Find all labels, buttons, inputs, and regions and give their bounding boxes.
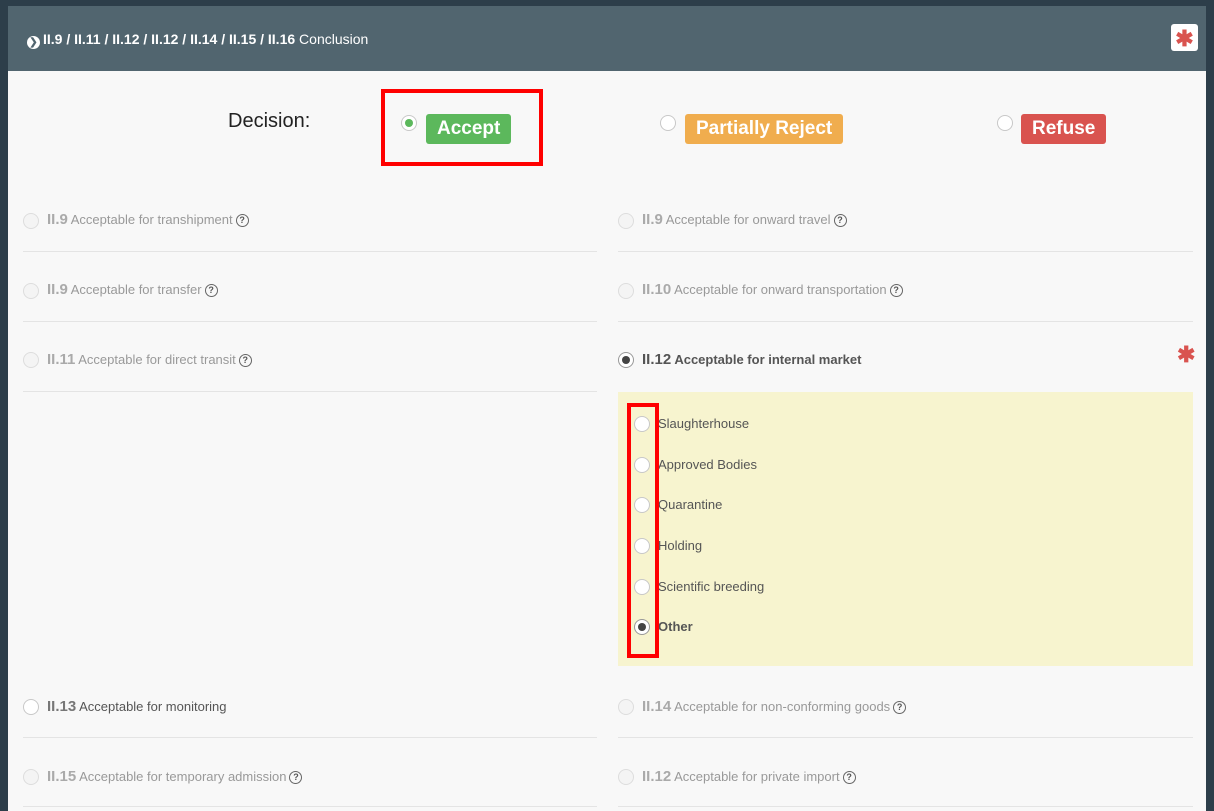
option-code: II.13 — [47, 698, 77, 715]
partially-reject-radio[interactable] — [660, 115, 676, 131]
divider — [23, 391, 597, 392]
help-icon[interactable]: ? — [889, 284, 903, 297]
option-temporary-admission[interactable]: II.15 Acceptable for temporary admission… — [47, 768, 303, 785]
option-internal-market[interactable]: II.12 Acceptable for internal market — [642, 351, 861, 368]
option-onward-travel[interactable]: II.9 Acceptable for onward travel? — [642, 211, 847, 228]
sub-option-approved-bodies[interactable]: Approved Bodies — [658, 457, 757, 472]
option-code: II.15 — [47, 768, 77, 785]
header-title-text: Conclusion — [299, 31, 369, 47]
required-asterisk-icon[interactable]: ✱ — [1171, 24, 1198, 51]
sub-options-highlight-box — [627, 403, 659, 658]
onward-transportation-radio[interactable] — [618, 283, 634, 299]
private-import-radio[interactable] — [618, 769, 634, 785]
option-text: Acceptable for transfer — [70, 282, 202, 297]
internal-market-radio[interactable] — [618, 352, 634, 368]
option-code: II.11 — [47, 351, 76, 368]
sub-option-other[interactable]: Other — [658, 619, 693, 634]
option-code: II.9 — [642, 211, 663, 228]
transhipment-radio[interactable] — [23, 213, 39, 229]
help-icon[interactable]: ? — [238, 354, 252, 367]
divider — [23, 737, 597, 738]
refuse-radio[interactable] — [997, 115, 1013, 131]
header-title: ❯ II.9 / II.11 / II.12 / II.12 / II.14 / … — [27, 30, 368, 49]
option-text: Acceptable for direct transit — [78, 352, 236, 367]
option-text: Acceptable for non-conforming goods — [674, 699, 891, 714]
help-icon[interactable]: ? — [842, 771, 856, 784]
monitoring-radio[interactable] — [23, 699, 39, 715]
help-icon[interactable]: ? — [833, 214, 847, 227]
help-icon[interactable]: ? — [235, 214, 249, 227]
option-text: Acceptable for onward transportation — [674, 282, 887, 297]
option-code: II.9 — [47, 281, 68, 298]
option-code: II.9 — [47, 211, 68, 228]
divider — [23, 321, 597, 322]
onward-travel-radio[interactable] — [618, 213, 634, 229]
option-text: Acceptable for internal market — [674, 352, 862, 367]
option-transhipment[interactable]: II.9 Acceptable for transhipment? — [47, 211, 249, 228]
option-code: II.14 — [642, 698, 672, 715]
header-codes: II.9 / II.11 / II.12 / II.12 / II.14 / I… — [43, 31, 296, 47]
help-icon[interactable]: ? — [893, 701, 907, 714]
option-code: II.12 — [642, 768, 672, 785]
refuse-badge[interactable]: Refuse — [1021, 114, 1107, 144]
option-code: II.10 — [642, 281, 672, 298]
option-transfer[interactable]: II.9 Acceptable for transfer? — [47, 281, 218, 298]
transfer-radio[interactable] — [23, 283, 39, 299]
sub-option-holding[interactable]: Holding — [658, 538, 702, 553]
non-conforming-radio[interactable] — [618, 699, 634, 715]
chevron-right-icon: ❯ — [27, 36, 40, 49]
divider — [618, 806, 1193, 807]
option-direct-transit[interactable]: II.11 Acceptable for direct transit? — [47, 351, 252, 368]
option-text: Acceptable for monitoring — [79, 699, 227, 714]
conclusion-panel: ❯ II.9 / II.11 / II.12 / II.12 / II.14 / … — [8, 6, 1206, 811]
temporary-admission-radio[interactable] — [23, 769, 39, 785]
option-text: Acceptable for private import — [674, 769, 840, 784]
option-code: II.12 — [642, 351, 672, 368]
partially-reject-badge[interactable]: Partially Reject — [685, 114, 844, 144]
option-text: Acceptable for onward travel — [665, 212, 831, 227]
sub-option-scientific-breeding[interactable]: Scientific breeding — [658, 579, 764, 594]
divider — [618, 251, 1193, 252]
option-monitoring[interactable]: II.13 Acceptable for monitoring — [47, 698, 227, 715]
internal-market-subpanel: Slaughterhouse Approved Bodies Quarantin… — [618, 392, 1193, 666]
required-asterisk-icon: ✱ — [1177, 342, 1196, 367]
option-text: Acceptable for transhipment — [70, 212, 233, 227]
divider — [23, 251, 597, 252]
option-text: Acceptable for temporary admission — [79, 769, 287, 784]
divider — [618, 737, 1193, 738]
sub-option-slaughterhouse[interactable]: Slaughterhouse — [658, 416, 749, 431]
divider — [618, 321, 1193, 322]
decision-label: Decision: — [228, 110, 311, 132]
help-icon[interactable]: ? — [289, 771, 303, 784]
panel-header[interactable]: ❯ II.9 / II.11 / II.12 / II.12 / II.14 / … — [8, 6, 1206, 71]
option-non-conforming[interactable]: II.14 Acceptable for non-conforming good… — [642, 698, 907, 715]
option-private-import[interactable]: II.12 Acceptable for private import? — [642, 768, 856, 785]
accept-highlight-box — [381, 89, 543, 166]
divider — [23, 806, 597, 807]
option-onward-transportation[interactable]: II.10 Acceptable for onward transportati… — [642, 281, 903, 298]
direct-transit-radio[interactable] — [23, 352, 39, 368]
help-icon[interactable]: ? — [204, 284, 218, 297]
sub-option-quarantine[interactable]: Quarantine — [658, 497, 722, 512]
